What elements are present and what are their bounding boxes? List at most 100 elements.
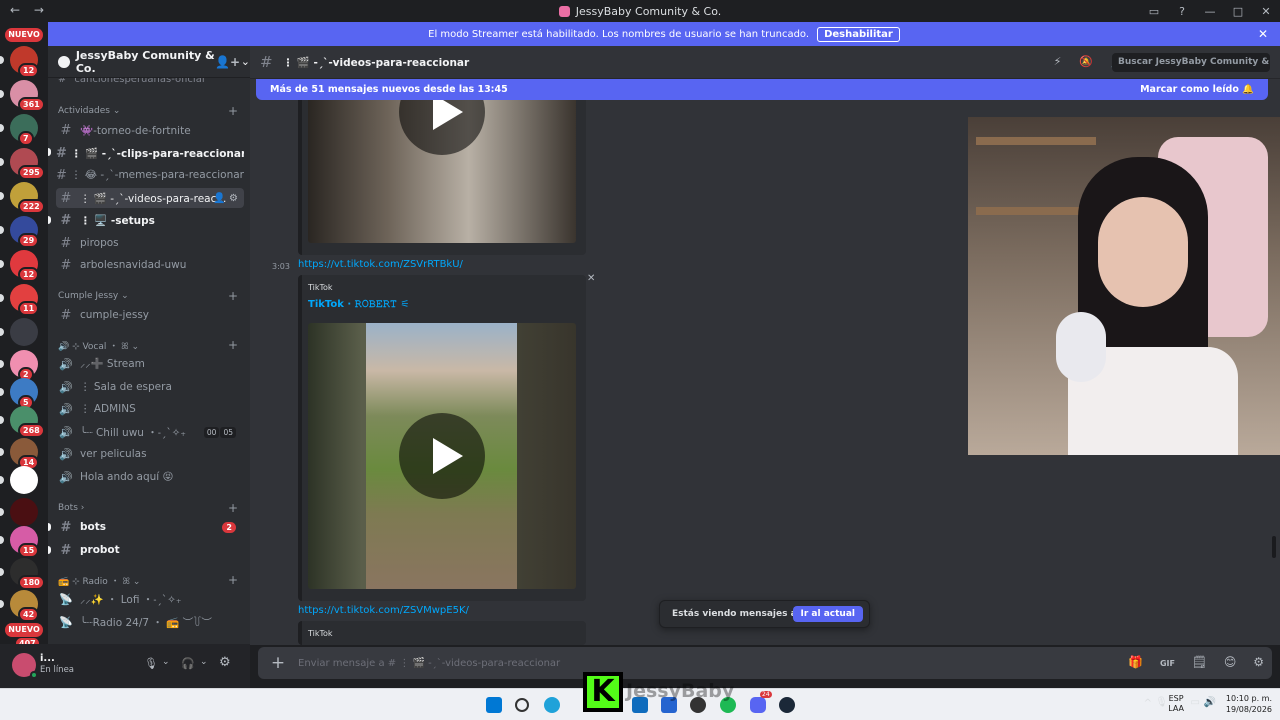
tray-overflow-icon[interactable]: ^ bbox=[1144, 698, 1152, 709]
category-vocal[interactable]: 🔊 ⊹ Vocal ・ ꕤ ⌄ + bbox=[58, 338, 238, 352]
guild-header[interactable]: JessyBaby Comunity & Co. ⌄ 👤+ bbox=[48, 46, 250, 78]
add-channel-icon[interactable]: + bbox=[228, 338, 238, 352]
jump-to-present-button[interactable]: Ir al actual bbox=[792, 606, 863, 622]
channel-videos-para-reaccionar[interactable]: # ⋮ 🎬 -ˏˋ-videos-para-reac... 👤 ⚙ bbox=[56, 188, 244, 208]
message-input[interactable]: Enviar mensaje a # ⋮ 🎬 -ˏˋ-videos-para-r… bbox=[298, 658, 560, 669]
emoji-icon[interactable]: 😊 bbox=[1224, 655, 1237, 669]
channel-clips-para-reaccionar[interactable]: # ⋮ 🎬 -ˏˋ-clips-para-reaccionar bbox=[56, 143, 244, 163]
sticker-icon[interactable]: 🗒 bbox=[1192, 655, 1207, 669]
video-thumbnail[interactable] bbox=[308, 323, 576, 589]
chat-scrollbar[interactable] bbox=[1272, 536, 1276, 558]
tiktok-link[interactable]: https://vt.tiktok.com/ZSVrRTBkU/ bbox=[298, 259, 463, 270]
discord-icon[interactable] bbox=[750, 697, 766, 713]
notification-settings-icon[interactable]: 🔕 bbox=[1079, 55, 1093, 68]
network-icon[interactable]: ▭ bbox=[1191, 697, 1200, 708]
back-arrow-icon[interactable]: ← bbox=[10, 3, 20, 17]
voice-channel-stream[interactable]: 🔊 ⸝⸝➕ Stream bbox=[56, 354, 244, 374]
server-mention-badge: 295 bbox=[18, 165, 45, 180]
server-icon[interactable] bbox=[10, 498, 38, 526]
gif-icon[interactable]: GIF bbox=[1160, 659, 1175, 668]
chevron-down-icon: ⌄ bbox=[240, 55, 250, 68]
gift-icon[interactable]: 🎁 bbox=[1128, 655, 1143, 669]
channel-cumple-jessy[interactable]: # cumple-jessy bbox=[56, 305, 244, 325]
close-window-button[interactable]: ✕ bbox=[1252, 5, 1280, 18]
voice-channel-chill-uwu[interactable]: 🔊 ╰┈ Chill uwu ・˗ˏˋ✧₊ 00 05 bbox=[56, 422, 244, 442]
server-rail: NUEVO 1236172952222912112526814151804240… bbox=[0, 22, 48, 688]
search-input[interactable]: Buscar JessyBaby Comunity & Co. bbox=[1112, 53, 1270, 72]
chevron-down-icon[interactable]: ⌄ bbox=[162, 657, 170, 667]
forward-arrow-icon[interactable]: → bbox=[34, 3, 44, 17]
voice-channel-admins[interactable]: 🔊 ⋮ ADMINS bbox=[56, 399, 244, 419]
add-channel-icon[interactable]: + bbox=[228, 104, 238, 118]
stage-channel-radio-24-7[interactable]: 📡 ╰┈Radio 24/7 ・ 📻 ︶꒦︶ bbox=[56, 612, 244, 632]
channel-setups[interactable]: # ⋮ 🖥️ -setups bbox=[56, 210, 244, 230]
invite-people-icon[interactable]: 👤+ bbox=[215, 55, 240, 69]
close-banner-icon[interactable]: ✕ bbox=[1258, 27, 1268, 41]
channel-arbolesnavidad-uwu[interactable]: # arbolesnavidad-uwu bbox=[56, 255, 244, 275]
voice-channel-hola-ando-aqui[interactable]: 🔊 Hola ando aquí 😝 bbox=[56, 467, 244, 487]
attach-plus-icon[interactable]: + bbox=[258, 653, 298, 673]
new-messages-bar[interactable]: Más de 51 mensajes nuevos desde las 13:4… bbox=[256, 79, 1268, 100]
server-mention-badge: 222 bbox=[18, 199, 45, 214]
channel-bots[interactable]: # bots 2 bbox=[56, 517, 244, 537]
kick-logo: K bbox=[583, 672, 623, 712]
microphone bbox=[1056, 312, 1106, 382]
windows-start-icon[interactable] bbox=[486, 697, 502, 713]
speaker-icon: 🔊 bbox=[59, 402, 73, 416]
server-icon[interactable] bbox=[10, 466, 38, 494]
help-icon[interactable]: ? bbox=[1168, 5, 1196, 18]
steam-icon[interactable] bbox=[779, 697, 795, 713]
channel-settings-gear-icon[interactable]: 👤 ⚙ bbox=[213, 193, 238, 204]
tiktok-link[interactable]: https://vt.tiktok.com/ZSVMwpE5K/ bbox=[298, 605, 469, 616]
inbox-icon[interactable]: ▭ bbox=[1140, 5, 1168, 18]
channel-probot[interactable]: # probot bbox=[56, 540, 244, 560]
unread-pill bbox=[0, 448, 4, 456]
stage-icon: 📡 bbox=[59, 615, 73, 629]
new-badge: NUEVO bbox=[5, 623, 43, 637]
mention-badge: 2 bbox=[222, 521, 236, 533]
edge-icon[interactable] bbox=[544, 697, 560, 713]
threads-icon[interactable]: ⚡ bbox=[1054, 55, 1062, 68]
category-cumple-jessy[interactable]: Cumple Jessy ⌄ + bbox=[58, 289, 238, 303]
server-icon[interactable] bbox=[10, 318, 38, 346]
add-channel-icon[interactable]: + bbox=[228, 289, 238, 303]
headset-icon[interactable]: 🎧 bbox=[181, 657, 195, 670]
channel-piropos[interactable]: # piropos bbox=[56, 233, 244, 253]
apps-icon[interactable]: ⚙ bbox=[1253, 655, 1264, 669]
input-language[interactable]: ESP LAA bbox=[1168, 694, 1184, 714]
user-settings-gear-icon[interactable]: ⚙ bbox=[219, 655, 231, 670]
username[interactable]: i... bbox=[40, 653, 55, 664]
maximize-button[interactable]: □ bbox=[1224, 5, 1252, 18]
volume-icon[interactable]: 🔊 bbox=[1204, 697, 1216, 708]
message-composer[interactable]: + Enviar mensaje a # ⋮ 🎬 -ˏˋ-videos-para… bbox=[258, 647, 1272, 679]
hash-icon: # bbox=[60, 235, 72, 251]
voice-channel-ver-peliculas[interactable]: 🔊 ver peliculas bbox=[56, 444, 244, 464]
category-bots[interactable]: Bots › + bbox=[58, 501, 238, 515]
clock[interactable]: 10:10 p. m. 19/08/2026 bbox=[1226, 693, 1272, 715]
server-mention-badge: 268 bbox=[18, 423, 45, 438]
play-icon[interactable] bbox=[399, 413, 485, 499]
online-status-icon bbox=[30, 671, 38, 679]
minimize-button[interactable]: — bbox=[1196, 5, 1224, 18]
add-channel-icon[interactable]: + bbox=[228, 501, 238, 515]
tray-mic-icon[interactable]: 🎙 bbox=[1155, 697, 1168, 708]
category-actividades[interactable]: Actividades ⌄ + bbox=[58, 104, 238, 118]
chevron-down-icon[interactable]: ⌄ bbox=[200, 657, 208, 667]
search-icon[interactable] bbox=[515, 698, 529, 712]
embed-title[interactable]: TikTok · 𝚁𝙾𝙱𝙴𝚁𝚃 ⚟ bbox=[308, 299, 409, 310]
voice-channel-sala-de-espera[interactable]: 🔊 ⋮ Sala de espera bbox=[56, 377, 244, 397]
history-nav: ← → bbox=[10, 3, 54, 17]
channel-memes-para-reaccionar[interactable]: # ⋮ 😂 -ˏˋ-memes-para-reaccionar bbox=[56, 165, 244, 185]
remove-embed-icon[interactable]: ✕ bbox=[587, 273, 595, 284]
hash-icon: # bbox=[60, 542, 72, 558]
speaker-icon: 🔊 bbox=[59, 425, 73, 439]
category-radio[interactable]: 📻 ⊹ Radio ・ ꕤ ⌄ + bbox=[58, 573, 238, 587]
video-thumbnail[interactable] bbox=[308, 79, 576, 243]
unread-pill bbox=[0, 360, 4, 368]
microphone-icon[interactable]: 🎙 bbox=[144, 657, 158, 670]
add-channel-icon[interactable]: + bbox=[228, 573, 238, 587]
stage-channel-lofi[interactable]: 📡 ⸝⸝✨ ・ Lofi ・˗ˏˋ✧₊ bbox=[56, 589, 244, 609]
channel-torneo-de-fortnite[interactable]: # 👾-torneo-de-fortnite bbox=[56, 120, 244, 140]
mark-as-read-button[interactable]: Marcar como leído 🔔 bbox=[1140, 84, 1254, 95]
disable-streamer-button[interactable]: Deshabilitar bbox=[817, 26, 900, 42]
